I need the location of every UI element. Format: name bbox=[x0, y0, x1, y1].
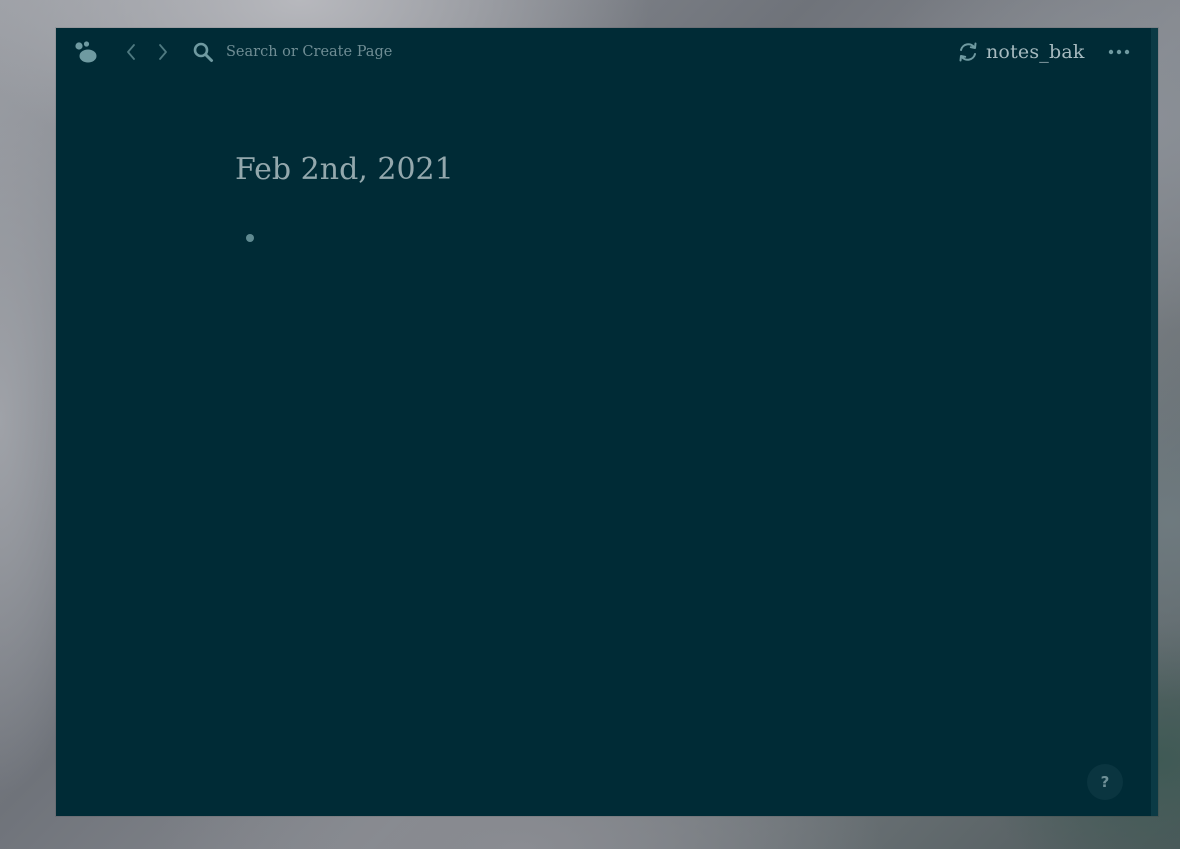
logseq-logo-icon[interactable] bbox=[72, 39, 102, 67]
block-bullet[interactable] bbox=[246, 234, 254, 242]
window-scroll-edge bbox=[1151, 28, 1158, 816]
search-input[interactable] bbox=[226, 40, 546, 64]
search-icon[interactable] bbox=[192, 40, 214, 64]
chevron-right-icon[interactable] bbox=[154, 41, 172, 63]
more-horizontal-icon[interactable] bbox=[1106, 40, 1132, 64]
app-window: notes_bak Feb 2nd, 2021 ? bbox=[56, 28, 1158, 816]
chevron-left-icon[interactable] bbox=[122, 41, 140, 63]
header-bar: notes_bak bbox=[56, 28, 1158, 74]
sync-icon[interactable] bbox=[956, 40, 980, 64]
help-button[interactable]: ? bbox=[1087, 764, 1123, 800]
repo-switcher[interactable]: notes_bak bbox=[956, 38, 1085, 66]
repo-name: notes_bak bbox=[986, 41, 1085, 63]
page-title[interactable]: Feb 2nd, 2021 bbox=[235, 148, 454, 192]
